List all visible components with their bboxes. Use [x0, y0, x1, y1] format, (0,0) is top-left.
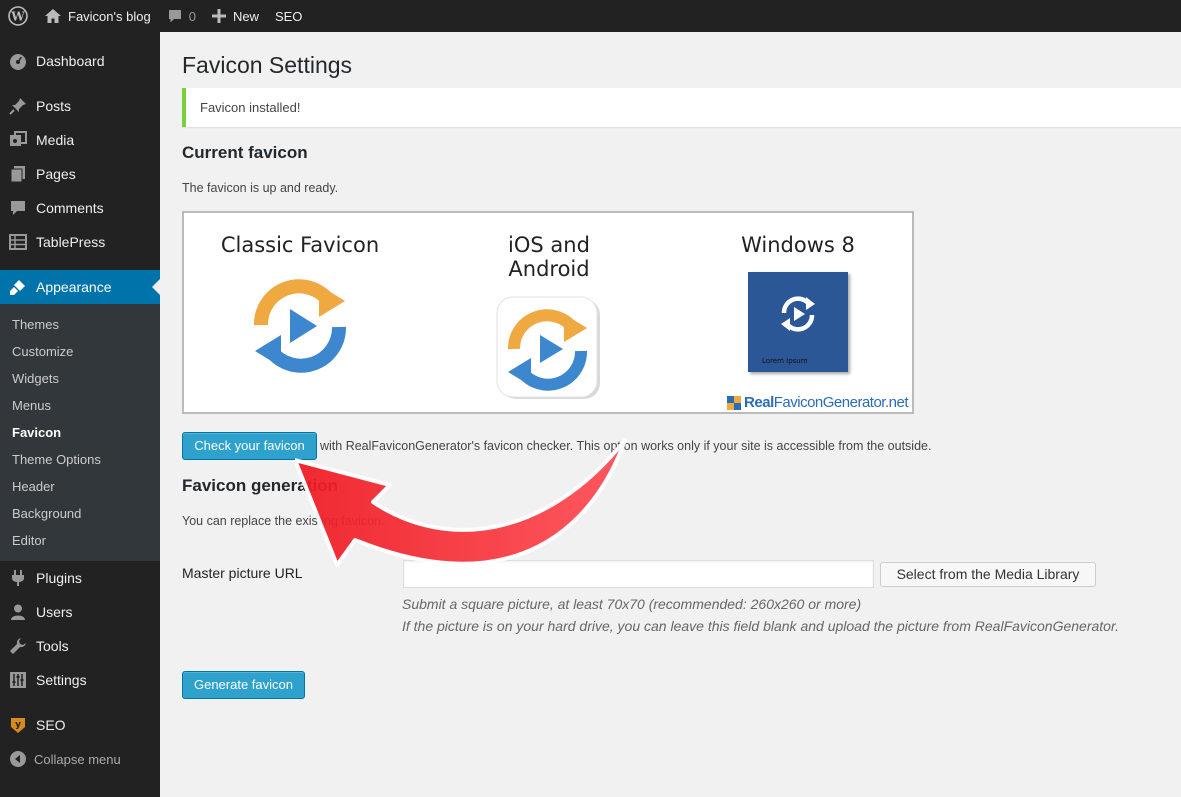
media-icon — [8, 130, 28, 150]
submenu-item-themes[interactable]: Themes — [0, 311, 160, 338]
sidebar-item-label: TablePress — [36, 234, 106, 250]
brand-logo-icon — [727, 395, 742, 410]
sidebar-item-label: Posts — [36, 98, 72, 114]
seo-label: SEO — [274, 8, 303, 24]
wrench-icon — [8, 636, 28, 656]
current-favicon-status: The favicon is up and ready. — [182, 181, 339, 195]
sidebar-item-label: Plugins — [36, 570, 82, 586]
master-picture-label: Master picture URL — [182, 565, 303, 581]
sidebar-item-label: SEO — [36, 717, 66, 733]
select-media-library-button[interactable]: Select from the Media Library — [880, 562, 1096, 587]
preview-ios-label: iOS and Android — [508, 233, 590, 281]
wordpress-logo-icon[interactable]: W — [0, 0, 36, 32]
site-name-link[interactable]: Favicon's blog — [36, 0, 159, 32]
preview-windows8: Windows 8 Lorem Ipsum — [715, 233, 881, 372]
sidebar-item-seo[interactable]: y SEO — [0, 708, 160, 742]
submenu-item-editor[interactable]: Editor — [0, 527, 160, 554]
sidebar-item-dashboard[interactable]: Dashboard — [0, 44, 160, 78]
sidebar-item-label: Tools — [36, 638, 69, 654]
sidebar-item-appearance[interactable]: Appearance — [0, 270, 160, 304]
svg-text:y: y — [15, 720, 21, 730]
page-title: Favicon Settings — [182, 52, 353, 78]
comment-icon — [8, 198, 28, 218]
sidebar-item-label: Settings — [36, 672, 87, 688]
notice-text: Favicon installed! — [200, 100, 301, 115]
sidebar-item-posts[interactable]: Posts — [0, 89, 160, 123]
comment-bubble-icon — [168, 10, 181, 23]
preview-ios-android: iOS and Android — [466, 233, 632, 411]
comments-count: 0 — [188, 8, 196, 24]
current-favicon-heading: Current favicon — [182, 143, 308, 162]
sidebar-item-tablepress[interactable]: TablePress — [0, 225, 160, 259]
sidebar-item-label: Media — [36, 132, 75, 148]
ios-favicon-image — [496, 296, 600, 399]
pages-icon — [8, 164, 28, 184]
seo-link[interactable]: SEO — [267, 0, 310, 32]
submenu-item-widgets[interactable]: Widgets — [0, 365, 160, 392]
new-content-link[interactable]: New — [204, 0, 267, 32]
sidebar-item-settings[interactable]: Settings — [0, 663, 160, 697]
table-icon — [8, 232, 28, 252]
generate-favicon-button[interactable]: Generate favicon — [182, 671, 305, 699]
preview-windows-label: Windows 8 — [741, 233, 855, 257]
new-label: New — [232, 8, 259, 24]
sidebar-item-plugins[interactable]: Plugins — [0, 561, 160, 595]
sidebar-item-comments[interactable]: Comments — [0, 191, 160, 225]
brush-icon — [8, 277, 28, 297]
submenu-item-theme-options[interactable]: Theme Options — [0, 446, 160, 473]
sidebar-item-label: Dashboard — [36, 53, 105, 69]
classic-favicon-image — [253, 279, 347, 373]
red-annotation-arrow-icon — [295, 438, 627, 567]
sidebar-item-media[interactable]: Media — [0, 123, 160, 157]
sidebar-item-tools[interactable]: Tools — [0, 629, 160, 663]
collapse-menu-button[interactable]: Collapse menu — [0, 742, 160, 776]
pin-icon — [8, 96, 28, 116]
submenu-item-customize[interactable]: Customize — [0, 338, 160, 365]
collapse-arrow-icon — [10, 751, 26, 767]
sliders-icon — [8, 670, 28, 690]
sidebar-item-label: Pages — [36, 166, 76, 182]
admin-sidebar: Dashboard Posts Media Pages Comments Tab… — [0, 32, 160, 797]
seo-icon: y — [8, 715, 28, 735]
comments-link[interactable]: 0 — [159, 0, 204, 32]
dashboard-icon — [8, 51, 28, 71]
collapse-menu-label: Collapse menu — [34, 751, 121, 767]
windows-tile-icon — [781, 296, 815, 332]
submenu-item-menus[interactable]: Menus — [0, 392, 160, 419]
success-notice: Favicon installed! — [182, 88, 1181, 127]
plug-icon — [8, 568, 28, 588]
submenu-item-header[interactable]: Header — [0, 473, 160, 500]
preview-classic-label: Classic Favicon — [220, 233, 380, 257]
submenu-item-background[interactable]: Background — [0, 500, 160, 527]
sidebar-item-label: Users — [36, 604, 73, 620]
realfavicongenerator-brand: Real FaviconGenerator.net — [727, 394, 909, 411]
preview-classic: Classic Favicon — [217, 233, 383, 387]
site-name-label: Favicon's blog — [68, 8, 151, 24]
sidebar-item-pages[interactable]: Pages — [0, 157, 160, 191]
admin-bar: W Favicon's blog 0 New SEO — [0, 0, 1181, 32]
user-icon — [8, 602, 28, 622]
brand-text-rest: FaviconGenerator.net — [773, 394, 909, 411]
brand-text-real: Real — [744, 394, 774, 411]
svg-text:W: W — [10, 10, 25, 24]
main-content: Favicon Settings Favicon installed! Curr… — [160, 32, 1181, 797]
windows-tile: Lorem Ipsum — [748, 272, 848, 372]
appearance-submenu: Themes Customize Widgets Menus Favicon T… — [0, 304, 160, 561]
home-icon — [45, 9, 61, 23]
favicon-preview-panel: Classic Favicon iOS and Android Windows … — [182, 211, 914, 414]
master-picture-hint-upload: If the picture is on your hard drive, yo… — [402, 618, 1119, 634]
plus-icon — [211, 9, 226, 23]
sidebar-item-label: Appearance — [36, 279, 112, 295]
sidebar-item-users[interactable]: Users — [0, 595, 160, 629]
sidebar-item-label: Comments — [36, 200, 104, 216]
windows-tile-text: Lorem Ipsum — [762, 357, 808, 365]
submenu-item-favicon[interactable]: Favicon — [0, 419, 160, 446]
